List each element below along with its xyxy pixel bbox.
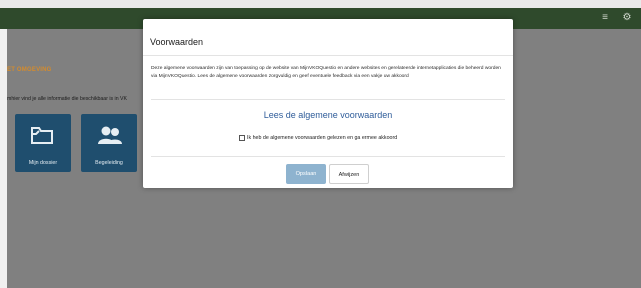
reject-button[interactable]: Afwijzen [329,164,369,184]
modal-title: Voorwaarden [150,37,204,47]
read-terms-link[interactable]: Lees de algemene voorwaarden [143,110,513,120]
terms-modal: Voorwaarden Deze algemene voorwaarden zi… [143,19,513,188]
modal-divider [143,55,513,56]
save-button[interactable]: Opslaan [286,164,326,184]
terms-text: Deze algemene voorwaarden zijn van toepa… [151,66,501,79]
modal-divider [151,99,505,100]
modal-divider [151,156,505,157]
agree-checkbox[interactable] [239,135,245,141]
agree-row: Ik heb de algemene voorwaarden gelezen e… [239,135,397,141]
agree-label[interactable]: Ik heb de algemene voorwaarden gelezen e… [247,135,397,141]
